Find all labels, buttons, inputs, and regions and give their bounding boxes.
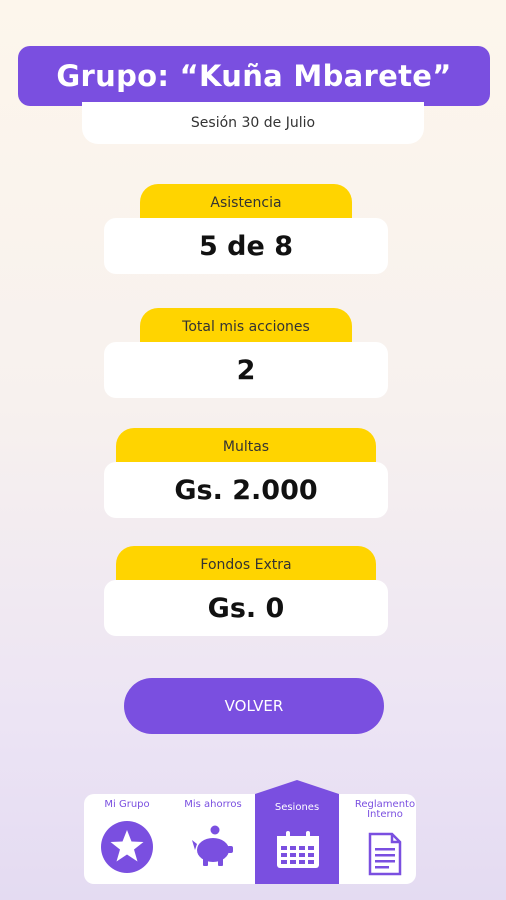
star-icon — [101, 821, 153, 873]
stat-attendance-value: 5 de 8 — [104, 218, 388, 274]
stat-extra-funds-value: Gs. 0 — [104, 580, 388, 636]
nav-item-label: Reglamento Interno — [354, 799, 416, 820]
nav-item-reglamento[interactable]: Reglamento Interno — [342, 794, 428, 884]
page-title: Grupo: “Kuña Mbarete” — [18, 46, 490, 106]
back-button-label: VOLVER — [224, 697, 284, 715]
back-button[interactable]: VOLVER — [124, 678, 384, 734]
nav-item-label: Sesiones — [274, 802, 320, 813]
stat-attendance-label: Asistencia — [140, 184, 352, 220]
nav-item-mi-grupo[interactable]: Mi Grupo — [84, 794, 170, 884]
stat-my-shares: Total mis acciones 2 — [104, 308, 388, 398]
nav-item-mis-ahorros[interactable]: Mis ahorros — [170, 794, 256, 884]
group-title: Grupo: “Kuña Mbarete” — [56, 59, 452, 93]
stat-attendance: Asistencia 5 de 8 — [104, 184, 388, 274]
piggy-bank-icon — [192, 825, 233, 866]
stat-fines-label: Multas — [116, 428, 376, 464]
session-date: Sesión 30 de Julio — [82, 102, 424, 144]
stat-fines-value: Gs. 2.000 — [104, 462, 388, 518]
session-date-label: Sesión 30 de Julio — [190, 115, 316, 131]
document-icon — [368, 832, 402, 876]
stat-fines: Multas Gs. 2.000 — [104, 428, 388, 518]
stat-my-shares-value: 2 — [104, 342, 388, 398]
stat-my-shares-label: Total mis acciones — [140, 308, 352, 344]
calendar-icon — [277, 831, 319, 868]
nav-item-label: Mis ahorros — [184, 799, 242, 810]
nav-item-label: Mi Grupo — [104, 799, 150, 810]
stat-extra-funds: Fondos Extra Gs. 0 — [104, 546, 388, 636]
bottom-nav: Mi Grupo Mis ahorros Reglamento Interno — [84, 794, 416, 884]
stat-extra-funds-label: Fondos Extra — [116, 546, 376, 582]
nav-item-sesiones[interactable]: Sesiones — [255, 780, 339, 884]
